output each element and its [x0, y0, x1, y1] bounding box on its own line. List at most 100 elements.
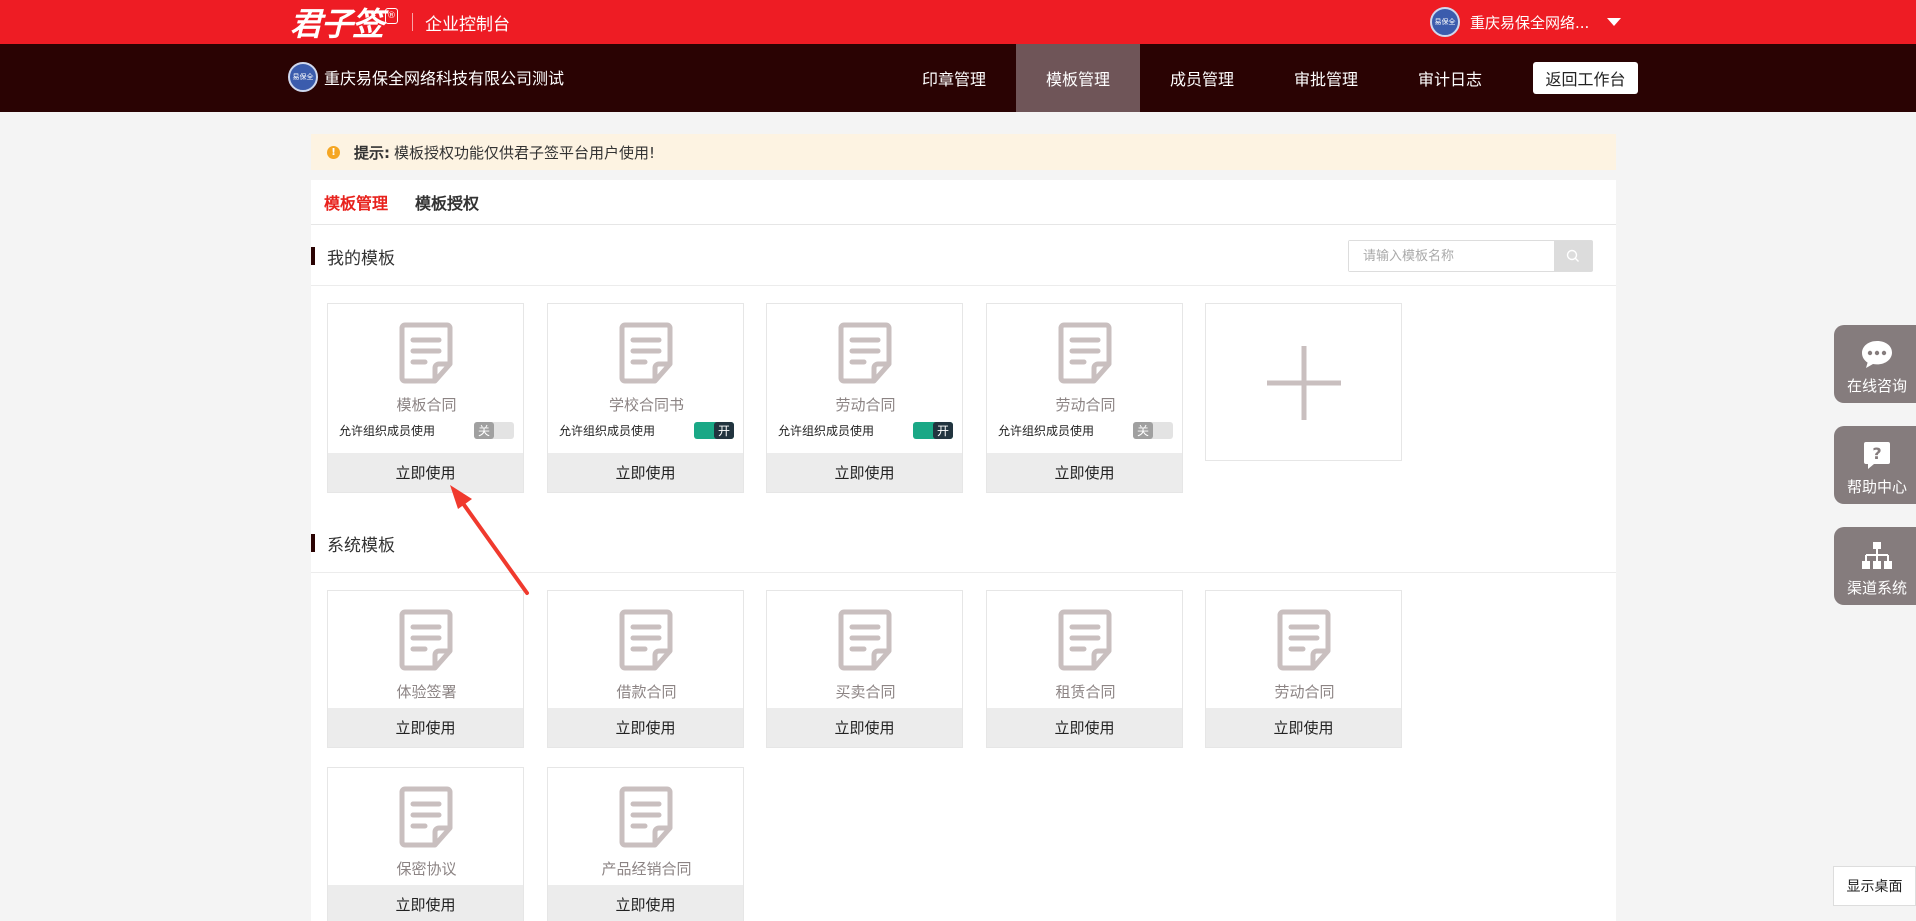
- search-button[interactable]: [1554, 241, 1592, 271]
- toggle-state: 关: [1133, 422, 1153, 439]
- use-now-button[interactable]: 立即使用: [767, 708, 962, 747]
- svg-text:?: ?: [1872, 444, 1881, 463]
- my-template-card: 劳动合同 允许组织成员使用 开 立即使用: [766, 303, 963, 493]
- member-permission-toggle[interactable]: 关: [1133, 422, 1173, 439]
- document-icon: [1058, 322, 1112, 384]
- notice-label: 提示:: [354, 143, 390, 162]
- template-name: 买卖合同: [835, 683, 896, 701]
- template-name: 体验签署: [396, 683, 457, 701]
- document-icon: [838, 609, 892, 671]
- tab-bar: 模板管理 模板授权: [311, 180, 1616, 225]
- warning-icon: !: [327, 145, 340, 159]
- system-templates-title: 系统模板: [327, 535, 395, 556]
- member-permission-toggle[interactable]: 开: [913, 422, 953, 439]
- console-label: 企业控制台: [425, 14, 511, 35]
- chat-icon: [1862, 341, 1892, 368]
- use-now-button[interactable]: 立即使用: [548, 708, 743, 747]
- use-now-button[interactable]: 立即使用: [767, 453, 962, 492]
- channel-system-label: 渠道系统: [1846, 579, 1907, 597]
- use-now-button[interactable]: 立即使用: [548, 885, 743, 921]
- document-icon: [399, 786, 453, 848]
- use-now-button[interactable]: 立即使用: [1206, 708, 1401, 747]
- template-name: 劳动合同: [1055, 396, 1116, 414]
- system-template-card: 买卖合同 立即使用: [766, 590, 963, 748]
- chevron-down-icon[interactable]: [1607, 18, 1622, 26]
- permission-label: 允许组织成员使用: [778, 424, 875, 438]
- user-avatar: 易保全: [1430, 7, 1460, 37]
- document-icon: [399, 609, 453, 671]
- use-now-button[interactable]: 立即使用: [548, 453, 743, 492]
- add-template-card[interactable]: [1205, 303, 1402, 461]
- member-permission-toggle[interactable]: 关: [474, 422, 514, 439]
- document-icon: [399, 322, 453, 384]
- main-content: ! 提示: 模板授权功能仅供君子签平台用户使用! 模板管理 模板授权 我的模板 …: [311, 134, 1616, 921]
- nav-item-approval-management[interactable]: 审批管理: [1264, 44, 1388, 112]
- my-template-card: 劳动合同 允许组织成员使用 关 立即使用: [986, 303, 1183, 493]
- template-search-input[interactable]: [1349, 241, 1554, 271]
- nav-item-template-management[interactable]: 模板管理: [1016, 44, 1140, 112]
- company-info: 易保全 重庆易保全网络科技有限公司测试: [288, 62, 564, 92]
- section-divider: [311, 572, 1616, 573]
- org-chart-icon: [1862, 542, 1892, 569]
- notice-text: 模板授权功能仅供君子签平台用户使用!: [394, 143, 656, 162]
- system-template-card: 体验签署 立即使用: [327, 590, 524, 748]
- user-menu[interactable]: 易保全 重庆易保全网络...: [1430, 6, 1622, 38]
- toggle-state: 开: [933, 422, 953, 439]
- nav-item-audit-log[interactable]: 审计日志: [1388, 44, 1512, 112]
- member-permission: 允许组织成员使用 关: [998, 422, 1173, 439]
- use-now-button[interactable]: 立即使用: [328, 453, 523, 492]
- my-templates-title: 我的模板: [327, 248, 395, 269]
- system-template-card: 租赁合同 立即使用: [986, 590, 1183, 748]
- system-template-card: 保密协议 立即使用: [327, 767, 524, 921]
- template-name: 学校合同书: [608, 396, 684, 414]
- toggle-state: 关: [474, 422, 494, 439]
- brand-logo: 君子签: [290, 5, 384, 43]
- toggle-state: 开: [714, 422, 734, 439]
- brand-divider: [412, 13, 414, 31]
- nav-item-seal-management[interactable]: 印章管理: [892, 44, 1016, 112]
- show-desktop-button[interactable]: 显示桌面: [1833, 866, 1916, 906]
- template-name: 模板合同: [396, 396, 457, 414]
- member-permission-toggle[interactable]: 开: [694, 422, 734, 439]
- online-consult-button[interactable]: 在线咨询: [1834, 325, 1916, 403]
- plus-icon: [1267, 346, 1341, 420]
- section-marker: [311, 534, 315, 552]
- permission-label: 允许组织成员使用: [559, 424, 656, 438]
- document-icon: [838, 322, 892, 384]
- template-name: 借款合同: [616, 683, 677, 701]
- help-center-button[interactable]: ? 帮助中心: [1834, 426, 1916, 504]
- company-name: 重庆易保全网络科技有限公司测试: [324, 69, 565, 88]
- template-name: 租赁合同: [1055, 683, 1116, 701]
- system-templates-header: 系统模板: [311, 528, 1616, 558]
- tab-template-management[interactable]: 模板管理: [324, 190, 388, 214]
- nav-item-member-management[interactable]: 成员管理: [1140, 44, 1264, 112]
- member-permission: 允许组织成员使用 开: [778, 422, 953, 439]
- use-now-button[interactable]: 立即使用: [328, 708, 523, 747]
- use-now-button[interactable]: 立即使用: [987, 453, 1182, 492]
- user-name: 重庆易保全网络...: [1470, 13, 1590, 32]
- search-icon: [1566, 249, 1579, 262]
- help-icon: ?: [1864, 442, 1890, 469]
- channel-system-button[interactable]: 渠道系统: [1834, 527, 1916, 605]
- permission-label: 允许组织成员使用: [998, 424, 1095, 438]
- use-now-button[interactable]: 立即使用: [987, 708, 1182, 747]
- company-avatar: 易保全: [288, 62, 318, 92]
- back-to-workbench-button[interactable]: 返回工作台: [1533, 62, 1638, 94]
- system-template-card: 劳动合同 立即使用: [1205, 590, 1402, 748]
- template-name: 产品经销合同: [601, 860, 692, 878]
- permission-label: 允许组织成员使用: [339, 424, 436, 438]
- use-now-button[interactable]: 立即使用: [328, 885, 523, 921]
- template-name: 保密协议: [396, 860, 457, 878]
- document-icon: [619, 786, 673, 848]
- online-consult-label: 在线咨询: [1846, 377, 1907, 395]
- document-icon: [619, 609, 673, 671]
- section-marker: [311, 247, 315, 265]
- document-icon: [1058, 609, 1112, 671]
- system-template-card: 借款合同 立即使用: [547, 590, 744, 748]
- notice-bar: ! 提示: 模板授权功能仅供君子签平台用户使用!: [311, 134, 1616, 170]
- tab-template-authorization[interactable]: 模板授权: [415, 190, 479, 214]
- member-permission: 允许组织成员使用 开: [559, 422, 734, 439]
- nav-menu: 印章管理 模板管理 成员管理 审批管理 审计日志: [892, 44, 1512, 112]
- brand[interactable]: 君子签 ® 企业控制台: [290, 2, 511, 43]
- top-bar: 君子签 ® 企业控制台 易保全 重庆易保全网络...: [0, 0, 1916, 44]
